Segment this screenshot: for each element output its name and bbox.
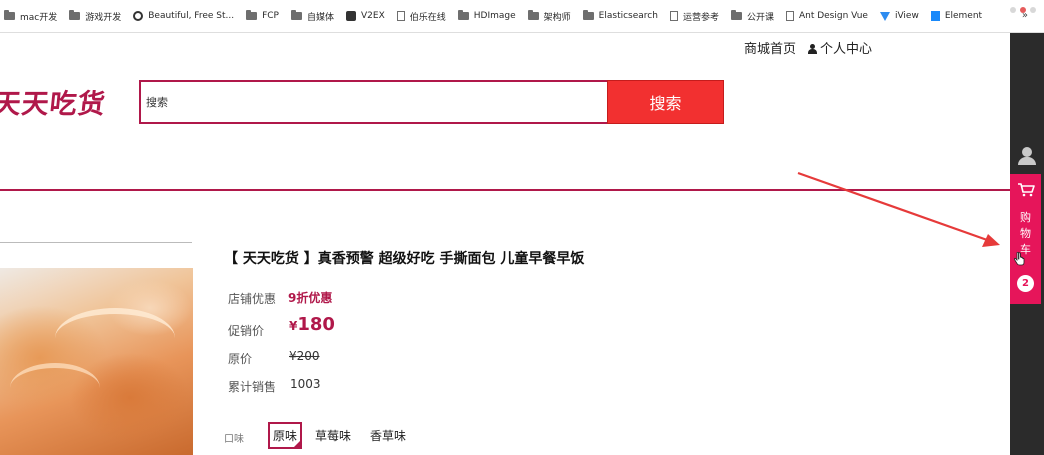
bookmark-label: 运营参考 <box>682 12 719 23</box>
vue-icon <box>879 11 890 21</box>
cart-label-char: 物 <box>1020 227 1031 240</box>
bookmark-label: V2EX <box>361 11 385 21</box>
flavor-label: 口味 <box>224 434 244 445</box>
arrow-shaft <box>797 171 991 243</box>
bookmark-ant-design-vue[interactable]: Ant Design Vue <box>785 11 868 21</box>
user-icon <box>807 44 817 54</box>
bookmark-label: Elasticsearch <box>598 11 658 21</box>
window-controls <box>1006 0 1036 13</box>
hand-cursor-icon <box>1013 252 1025 266</box>
bookmark-label: 架构师 <box>543 12 571 23</box>
search-button[interactable]: 搜索 <box>607 80 724 124</box>
flavor-option-original[interactable]: 原味 <box>268 422 303 449</box>
bookmark-label: 伯乐在线 <box>409 12 446 23</box>
bookmark-jobbole[interactable]: 伯乐在线 <box>396 10 446 23</box>
store-promo-value: 9折优惠 <box>288 291 333 305</box>
cart-count-badge: 2 <box>1017 275 1034 292</box>
folder-icon <box>527 10 539 20</box>
bookmark-game-dev[interactable]: 游戏开发 <box>69 10 121 23</box>
bookmark-label: FCP <box>262 11 279 21</box>
bookmark-fcp[interactable]: FCP <box>246 10 279 21</box>
window-dot <box>1010 7 1016 13</box>
page-icon <box>785 11 794 21</box>
mall-home-link[interactable]: 商城首页 <box>744 38 796 57</box>
bookmark-label: Beautiful, Free St... <box>148 11 235 21</box>
ring-icon <box>133 11 144 21</box>
personal-center-link[interactable]: 个人中心 <box>807 38 872 57</box>
cart-label: 购 物 车 <box>1010 210 1041 258</box>
cart-label-char: 购 <box>1020 211 1031 224</box>
folder-icon <box>582 10 594 20</box>
store-promo-label: 店铺优惠 <box>228 292 277 306</box>
personal-center-label: 个人中心 <box>820 42 873 57</box>
bookmark-element[interactable]: Element <box>930 11 983 21</box>
bookmark-label: iView <box>894 11 919 21</box>
bookmark-label: Element <box>944 11 983 21</box>
bookmark-label: HDImage <box>473 11 516 21</box>
bookmark-label: Ant Design Vue <box>798 11 868 21</box>
product-image <box>0 268 193 455</box>
v2ex-icon <box>346 11 356 21</box>
product-title: 【 天天吃货 】真香预警 超级好吃 手撕面包 儿童早餐早饭 <box>224 251 585 267</box>
bookmark-iview[interactable]: iView <box>879 11 919 21</box>
promo-price-value: 180 <box>297 314 335 335</box>
flavor-option-strawberry[interactable]: 草莓味 <box>312 422 354 449</box>
cart-icon <box>1018 183 1035 197</box>
bookmark-architect[interactable]: 架构师 <box>527 10 571 23</box>
bookmark-operations[interactable]: 运营参考 <box>669 10 719 23</box>
bookmark-media[interactable]: 自媒体 <box>290 10 334 23</box>
page-icon <box>669 11 678 21</box>
site-logo[interactable]: 天天吃货 <box>0 82 108 121</box>
bookmark-hdimage[interactable]: HDImage <box>457 10 516 21</box>
flavor-option-vanilla[interactable]: 香草味 <box>367 422 409 449</box>
bookmark-label: mac开发 <box>20 12 58 23</box>
header-divider <box>0 189 1010 191</box>
folder-icon <box>290 10 302 20</box>
bookmark-open-course[interactable]: 公开课 <box>730 10 774 23</box>
folder-icon <box>4 10 15 20</box>
bread-highlight <box>10 363 100 413</box>
bookmark-mac[interactable]: mac开发 <box>4 10 57 23</box>
arrow-head <box>982 234 1000 247</box>
page-icon <box>396 11 405 21</box>
bookmarks-bar: mac开发 游戏开发 Beautiful, Free St... FCP 自媒体… <box>0 0 1044 33</box>
bookmark-elasticsearch[interactable]: Elasticsearch <box>582 10 658 21</box>
bookmark-label: 公开课 <box>746 12 774 23</box>
bread-highlight <box>55 308 175 368</box>
folder-icon <box>730 10 742 20</box>
folder-icon <box>246 10 258 20</box>
bookmark-beautiful[interactable]: Beautiful, Free St... <box>133 11 234 21</box>
sales-count: 1003 <box>290 377 321 391</box>
sales-label: 累计销售 <box>228 380 277 394</box>
bookmark-label: 自媒体 <box>306 12 334 23</box>
toolbar-user-button[interactable] <box>1010 141 1044 173</box>
image-top-border <box>0 242 192 243</box>
bookmark-v2ex[interactable]: V2EX <box>346 11 385 21</box>
original-price: ¥200 <box>289 349 320 363</box>
folder-icon <box>457 10 469 20</box>
promo-price: ¥180 <box>289 314 335 335</box>
cube-icon <box>930 11 940 21</box>
bookmark-label: 游戏开发 <box>85 12 122 23</box>
search-input[interactable] <box>139 80 607 124</box>
original-price-label: 原价 <box>228 352 253 366</box>
window-dot <box>1020 7 1026 13</box>
toolbar-cart-button[interactable]: 购 物 车 2 <box>1010 174 1041 304</box>
window-dot <box>1030 7 1036 13</box>
folder-icon <box>69 10 81 20</box>
promo-price-label: 促销价 <box>228 324 265 338</box>
